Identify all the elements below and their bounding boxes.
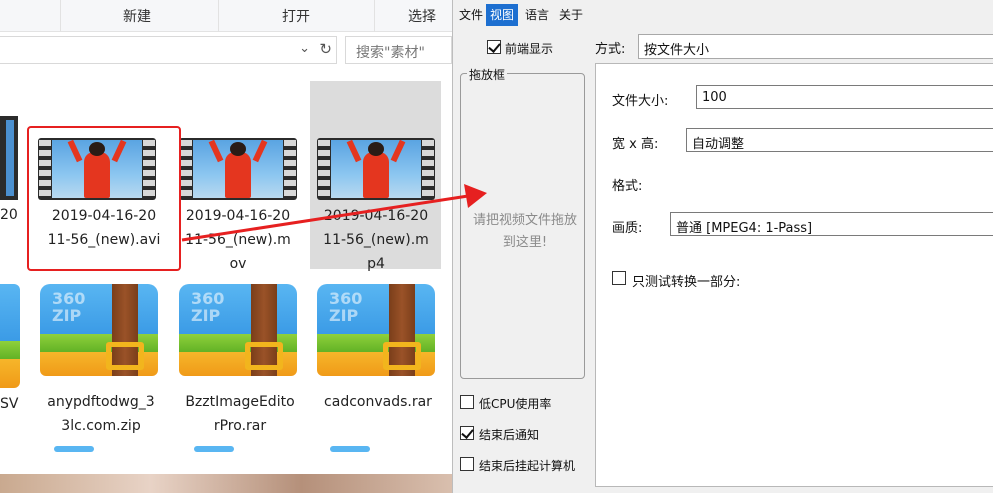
file-explorer: 新建 打开 选择 ⌄ ↻ 搜索"素材" 20 SV 2019-04-16-20 … [0,0,452,493]
quality-value: 普通 [MPEG4: 1-Pass] [676,221,813,236]
file-name-partial: 20 [0,207,18,223]
file-name: anypdftodwg_3 3lc.com.zip [47,394,155,434]
video-converter-window: 文件 视图 语言 关于 前端显示 拖放框 请把视频文件拖放到这里! 方式: 按文… [452,0,993,493]
file-size-label: 文件大小: [612,94,669,109]
front-display-label: 前端显示 [505,42,554,56]
dimensions-value: 自动调整 [692,137,745,152]
low-cpu-checkbox[interactable] [460,395,474,409]
ribbon-divider [218,0,219,32]
file-name: cadconvads.rar [324,394,432,410]
desktop-wallpaper [0,474,452,493]
file-tile-zip[interactable]: 360 ZIP anypdftodwg_3 3lc.com.zip [36,284,166,434]
quality-label: 画质: [612,221,643,236]
chevron-down-icon[interactable]: ⌄ [299,41,310,56]
file-name: 2019-04-16-20 11-56_(new).m ov [185,208,291,272]
front-display-checkbox[interactable] [487,40,501,54]
file-name-partial: SV [0,396,19,412]
menu-about[interactable]: 关于 [555,4,587,26]
file-name: BzztImageEdito rPro.rar [185,394,295,434]
archive-icon: 360 ZIP [179,284,297,376]
partial-test-checkbox[interactable] [612,271,626,285]
dimensions-select[interactable]: 自动调整 [686,128,993,152]
format-label: 格式: [612,179,643,194]
ribbon-open-button[interactable]: 打开 [282,6,310,26]
ribbon-divider [374,0,375,32]
file-size-input[interactable]: 100 [696,85,993,109]
file-name: 2019-04-16-20 11-56_(new).m p4 [323,208,429,272]
archive-brand-text: 360 ZIP [52,289,86,325]
suspend-on-finish-label: 结束后挂起计算机 [479,459,576,473]
menu-view[interactable]: 视图 [486,4,519,26]
drop-zone-hint: 请把视频文件拖放到这里! [472,213,577,250]
archive-icon: 360 ZIP [40,284,158,376]
video-thumbnail [179,138,297,200]
archive-icon: 360 ZIP [317,284,435,376]
menu-file[interactable]: 文件 [455,4,487,26]
file-size-value: 100 [702,90,727,105]
ribbon-new-button[interactable]: 新建 [123,6,151,26]
mode-select[interactable]: 按文件大小 [638,34,993,59]
suspend-on-finish-checkbox[interactable] [460,457,474,471]
explorer-ribbon: 新建 打开 选择 [0,0,452,32]
video-thumbnail [317,138,435,200]
menu-language[interactable]: 语言 [521,4,553,26]
archive-icon-partial[interactable] [0,284,20,388]
low-cpu-label: 低CPU使用率 [479,397,552,411]
file-tile-rar[interactable]: 360 ZIP BzztImageEdito rPro.rar [170,284,310,434]
ribbon-divider [60,0,61,32]
mode-label: 方式: [595,42,626,57]
file-tile-mov[interactable]: 2019-04-16-20 11-56_(new).m ov [168,130,308,272]
archive-brand-text: 360 ZIP [191,289,225,325]
quality-select[interactable]: 普通 [MPEG4: 1-Pass] [670,212,993,236]
mode-value: 按文件大小 [644,43,710,58]
search-input[interactable]: 搜索"素材" [345,36,452,64]
file-tile-rar[interactable]: 360 ZIP cadconvads.rar [308,284,448,434]
file-tile-mp4[interactable]: 2019-04-16-20 11-56_(new).m p4 [306,130,446,272]
drop-zone-title: 拖放框 [467,66,508,83]
settings-panel: 文件大小: 100 宽 x 高: 自动调整 格式: 画质: 普通 [MPEG4:… [595,63,993,487]
dimensions-label: 宽 x 高: [612,137,659,152]
notify-on-finish-checkbox[interactable] [460,426,474,440]
refresh-icon[interactable]: ↻ [319,40,332,58]
archive-brand-text: 360 ZIP [329,289,363,325]
selection-highlight-box [27,126,181,271]
video-thumbnail-partial[interactable] [0,116,18,200]
address-bar[interactable]: ⌄ ↻ [0,36,337,64]
partial-test-label: 只测试转换一部分: [632,275,741,290]
ribbon-select-button[interactable]: 选择 [408,6,436,26]
notify-on-finish-label: 结束后通知 [479,428,540,442]
search-placeholder: 搜索"素材" [356,45,425,61]
